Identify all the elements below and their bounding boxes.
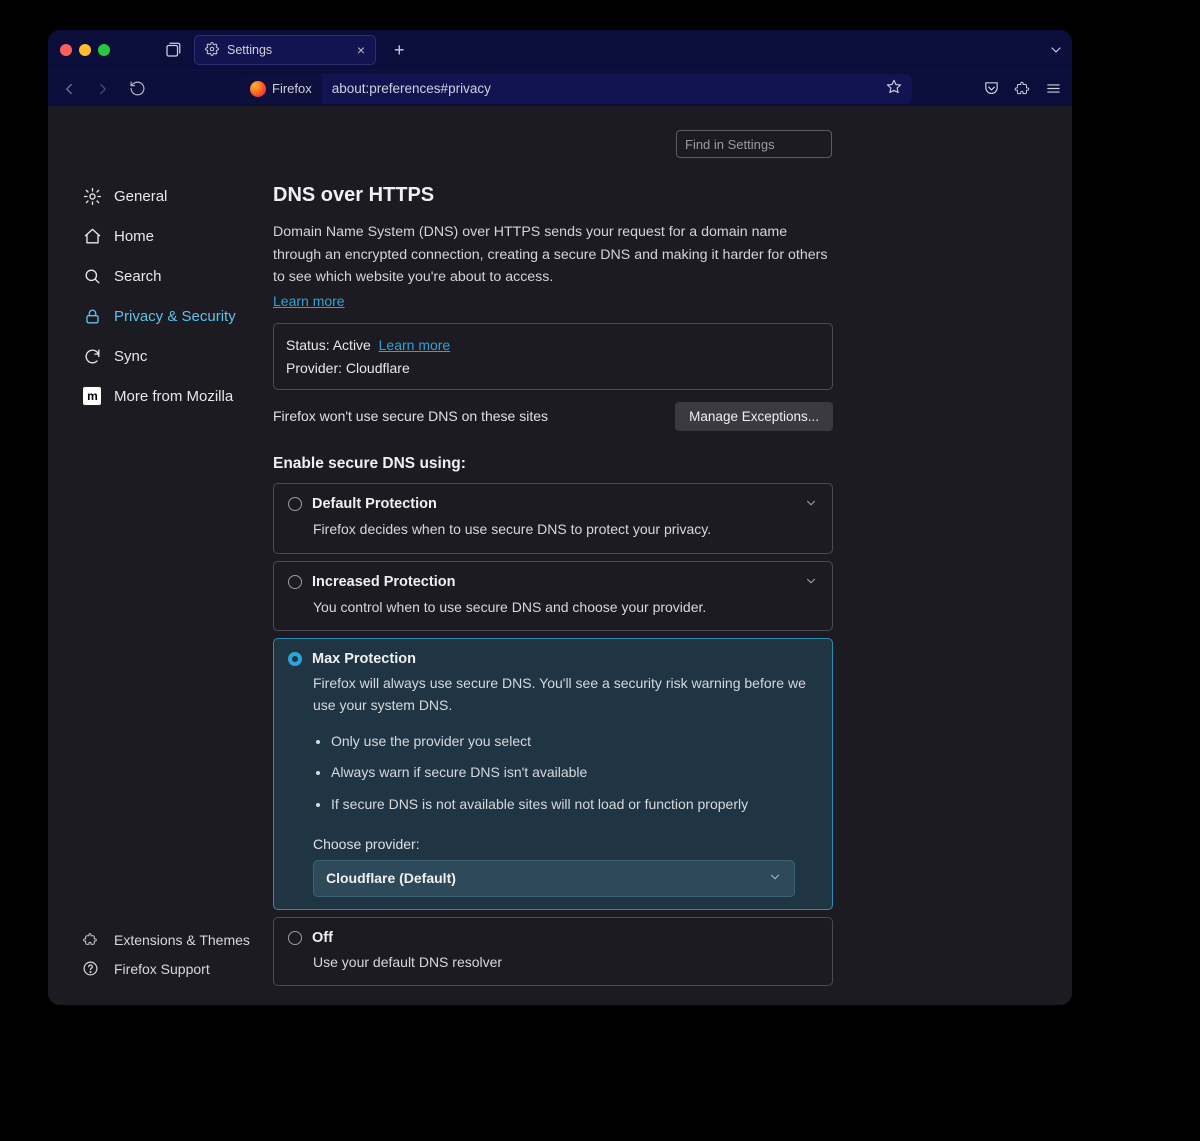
- sidebar-item-label: General: [114, 188, 167, 205]
- bullet-item: Only use the provider you select: [331, 731, 818, 753]
- firefox-support-link[interactable]: Firefox Support: [82, 960, 273, 977]
- sidebar-item-sync[interactable]: Sync: [82, 336, 273, 376]
- back-button[interactable]: [58, 78, 80, 100]
- titlebar: Settings × +: [48, 30, 1072, 70]
- bullet-item: If secure DNS is not available sites wil…: [331, 794, 818, 816]
- sidebar-item-home[interactable]: Home: [82, 216, 273, 256]
- firefox-window: Settings × + Firefox about:preferences#p…: [48, 30, 1072, 1005]
- radio-icon-selected: [288, 652, 302, 666]
- sidebar-item-label: Search: [114, 268, 162, 285]
- provider-dropdown[interactable]: Cloudflare (Default): [313, 860, 795, 897]
- help-icon: [82, 960, 102, 977]
- sidebar-item-label: Privacy & Security: [114, 308, 236, 325]
- close-tab-button[interactable]: ×: [357, 42, 365, 58]
- extensions-themes-link[interactable]: Extensions & Themes: [82, 931, 273, 948]
- link-label: Extensions & Themes: [114, 932, 250, 948]
- main-panel: DNS over HTTPS Domain Name System (DNS) …: [273, 106, 1072, 1005]
- option-increased-protection[interactable]: Increased Protection You control when to…: [273, 561, 833, 632]
- tab-title: Settings: [227, 43, 272, 57]
- identity-box[interactable]: Firefox: [240, 74, 322, 104]
- maximize-window-button[interactable]: [98, 44, 110, 56]
- option-desc: You control when to use secure DNS and c…: [313, 597, 818, 619]
- radio-icon: [288, 575, 302, 589]
- url-bar[interactable]: Firefox about:preferences#privacy: [240, 74, 912, 104]
- sidebar-item-label: More from Mozilla: [114, 388, 233, 405]
- home-icon: [82, 227, 102, 246]
- gear-icon: [82, 187, 102, 206]
- radio-icon: [288, 497, 302, 511]
- lock-icon: [82, 307, 102, 326]
- section-description: Domain Name System (DNS) over HTTPS send…: [273, 221, 833, 289]
- minimize-window-button[interactable]: [79, 44, 91, 56]
- option-desc: Firefox decides when to use secure DNS t…: [313, 519, 818, 541]
- provider-line: Provider: Cloudflare: [286, 357, 820, 379]
- chevron-down-icon: [768, 870, 782, 887]
- link-label: Firefox Support: [114, 961, 210, 977]
- status-learn-more-link[interactable]: Learn more: [379, 337, 451, 353]
- sidebar-item-more-mozilla[interactable]: m More from Mozilla: [82, 376, 273, 416]
- sidebar-item-privacy[interactable]: Privacy & Security: [82, 296, 273, 336]
- chevron-down-icon[interactable]: [804, 574, 818, 591]
- option-default-protection[interactable]: Default Protection Firefox decides when …: [273, 483, 833, 554]
- mozilla-icon: m: [82, 387, 102, 405]
- new-tab-button[interactable]: +: [394, 40, 405, 61]
- option-title: Off: [312, 930, 333, 946]
- gear-icon: [205, 42, 219, 59]
- option-desc: Firefox will always use secure DNS. You'…: [313, 673, 818, 815]
- manage-exceptions-button[interactable]: Manage Exceptions...: [675, 402, 833, 431]
- find-in-settings-input[interactable]: [676, 130, 832, 158]
- sync-icon: [82, 347, 102, 366]
- bookmark-star-icon[interactable]: [876, 79, 912, 98]
- exceptions-text: Firefox won't use secure DNS on these si…: [273, 408, 548, 424]
- choose-provider-label: Choose provider:: [313, 836, 818, 852]
- tab-overview-icon[interactable]: [164, 41, 182, 59]
- nav-toolbar: Firefox about:preferences#privacy: [48, 70, 1072, 106]
- option-desc: Use your default DNS resolver: [313, 952, 818, 974]
- pocket-icon[interactable]: [983, 80, 1000, 97]
- close-window-button[interactable]: [60, 44, 72, 56]
- search-icon: [82, 267, 102, 286]
- bullet-item: Always warn if secure DNS isn't availabl…: [331, 762, 818, 784]
- firefox-logo-icon: [250, 81, 266, 97]
- categories-sidebar: General Home Search Privacy & Security S…: [48, 106, 273, 1005]
- option-max-protection[interactable]: Max Protection Firefox will always use s…: [273, 638, 833, 909]
- url-text: about:preferences#privacy: [322, 81, 501, 96]
- chevron-down-icon[interactable]: [804, 496, 818, 513]
- dns-over-https-section: DNS over HTTPS Domain Name System (DNS) …: [273, 158, 833, 986]
- radio-icon: [288, 931, 302, 945]
- exceptions-row: Firefox won't use secure DNS on these si…: [273, 402, 833, 431]
- list-all-tabs-button[interactable]: [1048, 42, 1064, 58]
- section-heading: DNS over HTTPS: [273, 184, 833, 207]
- reload-button[interactable]: [126, 78, 148, 100]
- status-value: Active: [333, 337, 371, 353]
- learn-more-link[interactable]: Learn more: [273, 293, 345, 309]
- preferences-content: General Home Search Privacy & Security S…: [48, 106, 1072, 1005]
- enable-heading: Enable secure DNS using:: [273, 455, 833, 473]
- identity-label: Firefox: [272, 81, 312, 96]
- status-line: Status: Active Learn more: [286, 334, 820, 356]
- sidebar-item-label: Home: [114, 228, 154, 245]
- tab-settings[interactable]: Settings ×: [194, 35, 376, 65]
- window-controls: [60, 44, 110, 56]
- provider-label: Provider:: [286, 360, 342, 376]
- option-off[interactable]: Off Use your default DNS resolver: [273, 917, 833, 987]
- sidebar-item-general[interactable]: General: [82, 176, 273, 216]
- option-desc-text: Firefox will always use secure DNS. You'…: [313, 675, 806, 713]
- forward-button[interactable]: [92, 78, 114, 100]
- app-menu-button[interactable]: [1045, 80, 1062, 97]
- option-title: Default Protection: [312, 496, 437, 512]
- option-title: Increased Protection: [312, 574, 455, 590]
- status-label: Status:: [286, 337, 330, 353]
- puzzle-icon: [82, 931, 102, 948]
- provider-value: Cloudflare: [346, 360, 410, 376]
- option-title: Max Protection: [312, 651, 416, 667]
- sidebar-item-label: Sync: [114, 348, 147, 365]
- dropdown-value: Cloudflare (Default): [326, 870, 456, 886]
- doh-status-box: Status: Active Learn more Provider: Clou…: [273, 323, 833, 390]
- extensions-icon[interactable]: [1014, 80, 1031, 97]
- sidebar-item-search[interactable]: Search: [82, 256, 273, 296]
